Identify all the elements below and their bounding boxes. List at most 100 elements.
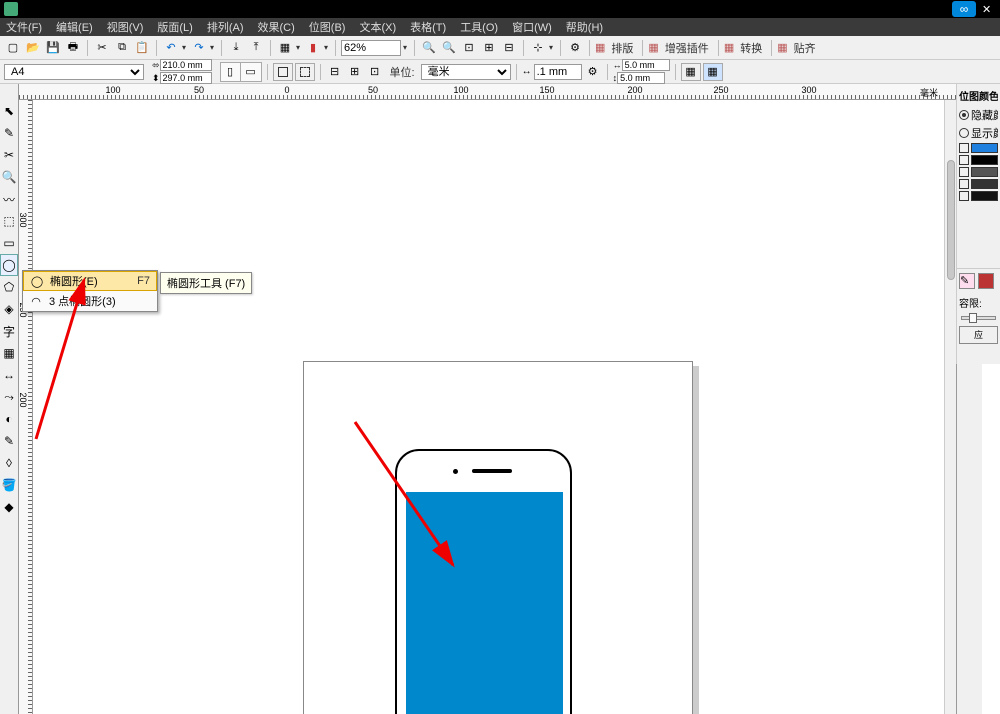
zoom-width-icon[interactable]: ⊟ xyxy=(500,39,518,57)
btn-convert[interactable]: 转换 xyxy=(736,40,766,56)
menu-text[interactable]: 文本(X) xyxy=(359,19,396,35)
color-swatch-5[interactable] xyxy=(971,191,998,201)
welcome-icon[interactable]: ▮ xyxy=(304,39,322,57)
unit-label: 单位: xyxy=(386,64,419,80)
treat-as-filled-icon[interactable]: ▦ xyxy=(681,63,701,81)
eyedropper-icon[interactable]: ✎ xyxy=(959,273,975,289)
align-icon2[interactable]: ⊞ xyxy=(346,63,364,81)
btn-layout[interactable]: 排版 xyxy=(607,40,637,56)
freehand-tool-icon[interactable]: 〰 xyxy=(0,188,18,210)
panel-close-icon[interactable]: ✕ xyxy=(982,3,996,16)
btn-plugin[interactable]: 增强插件 xyxy=(661,40,713,56)
fill-tool-icon[interactable]: 🪣 xyxy=(0,474,18,496)
align-icon3[interactable]: ⊡ xyxy=(366,63,384,81)
undo-icon[interactable]: ↶ xyxy=(162,39,180,57)
zoom-fit-icon[interactable]: ⊡ xyxy=(460,39,478,57)
rectangle-tool-icon[interactable]: ▭ xyxy=(0,232,18,254)
annotation-arrow-icon xyxy=(353,420,483,570)
connector-tool-icon[interactable]: ⤳ xyxy=(0,386,18,408)
menu-edit[interactable]: 编辑(E) xyxy=(56,19,93,35)
text-tool-icon[interactable]: 字 xyxy=(0,320,18,342)
blend-tool-icon[interactable]: ◐ xyxy=(0,408,18,430)
nudge-settings-icon[interactable]: ⚙ xyxy=(584,63,602,81)
menu-bar: 文件(F) 编辑(E) 视图(V) 版面(L) 排列(A) 效果(C) 位图(B… xyxy=(0,18,1000,36)
interactive-fill-icon[interactable]: ◆ xyxy=(0,496,18,518)
menu-arrange[interactable]: 排列(A) xyxy=(207,19,244,35)
cut-icon[interactable]: ✂ xyxy=(93,39,111,57)
options-icon[interactable]: ⚙ xyxy=(566,39,584,57)
menu-effects[interactable]: 效果(C) xyxy=(258,19,295,35)
color-swatch-1[interactable] xyxy=(971,143,998,153)
orientation-toggle[interactable]: ▯▭ xyxy=(220,62,262,82)
nudge-input[interactable] xyxy=(534,64,582,80)
app-launcher-icon[interactable]: ▦ xyxy=(276,39,294,57)
ruler-unit-label: 毫米 xyxy=(920,86,938,99)
ellipse-tool-icon[interactable]: ◯ xyxy=(0,254,18,276)
apply-button[interactable]: 应 xyxy=(959,326,998,344)
outline-tool-icon[interactable]: ◊ xyxy=(0,452,18,474)
menu-tools[interactable]: 工具(O) xyxy=(460,19,498,35)
unit-select[interactable]: 毫米 xyxy=(421,64,511,80)
color-swatch-3[interactable] xyxy=(971,167,998,177)
color-swatch-4[interactable] xyxy=(971,179,998,189)
menu-help[interactable]: 帮助(H) xyxy=(566,19,603,35)
dup-x-input[interactable] xyxy=(622,59,670,71)
btn-align[interactable]: 贴齐 xyxy=(790,40,820,56)
color-swatch-2[interactable] xyxy=(971,155,998,165)
annotation-arrow-icon xyxy=(26,274,96,444)
menu-layout[interactable]: 版面(L) xyxy=(157,19,192,35)
menu-file[interactable]: 文件(F) xyxy=(6,19,42,35)
radio-hide[interactable]: 隐藏颜 xyxy=(959,107,998,123)
property-bar: A4 ⬄ ⬍ ▯▭ ⊟ ⊞ ⊡ 单位: 毫米 ↔ ⚙ ↔ ↕ ▦ ▦ xyxy=(0,60,1000,84)
title-bar: ∞ ✕ xyxy=(0,0,1000,18)
zoom-input[interactable] xyxy=(341,40,401,56)
table-tool-icon[interactable]: ▦ xyxy=(0,342,18,364)
vertical-scrollbar[interactable] xyxy=(944,100,956,714)
page-layout-icon1[interactable] xyxy=(273,63,293,81)
canvas[interactable] xyxy=(33,100,944,714)
print-icon[interactable]: 🖶 xyxy=(64,39,82,57)
app-logo xyxy=(4,2,18,16)
basic-shapes-icon[interactable]: ◈ xyxy=(0,298,18,320)
tolerance-slider[interactable] xyxy=(961,316,996,320)
snap-objects-icon[interactable]: ▦ xyxy=(703,63,723,81)
menu-window[interactable]: 窗口(W) xyxy=(512,19,552,35)
save-icon[interactable]: 💾 xyxy=(44,39,62,57)
edit-color-icon[interactable] xyxy=(978,273,994,289)
zoom-out-icon[interactable]: 🔍 xyxy=(440,39,458,57)
copy-icon[interactable]: ⧉ xyxy=(113,39,131,57)
cloud-icon[interactable]: ∞ xyxy=(952,1,976,17)
pick-tool-icon[interactable]: ⬉ xyxy=(0,100,18,122)
snap-icon[interactable]: ⊹ xyxy=(529,39,547,57)
zoom-page-icon[interactable]: ⊞ xyxy=(480,39,498,57)
tolerance-label: 容限: xyxy=(959,295,998,310)
menu-table[interactable]: 表格(T) xyxy=(410,19,446,35)
menu-view[interactable]: 视图(V) xyxy=(107,19,144,35)
page-preset-select[interactable]: A4 xyxy=(4,64,144,80)
dup-y-input[interactable] xyxy=(617,72,665,84)
smart-fill-icon[interactable]: ⬚ xyxy=(0,210,18,232)
docker-lower: ✎ 容限: 应 xyxy=(956,268,1000,348)
docker-title: 位图颜色遮 xyxy=(959,88,998,103)
import-icon[interactable]: ⤓ xyxy=(227,39,245,57)
zoom-tool-icon[interactable]: 🔍 xyxy=(0,166,18,188)
menu-bitmap[interactable]: 位图(B) xyxy=(309,19,346,35)
eyedropper-icon[interactable]: ✎ xyxy=(0,430,18,452)
zoom-in-icon[interactable]: 🔍 xyxy=(420,39,438,57)
export-icon[interactable]: ⤒ xyxy=(247,39,265,57)
open-icon[interactable]: 📂 xyxy=(24,39,42,57)
new-icon[interactable]: ▢ xyxy=(4,39,22,57)
radio-show[interactable]: 显示颜 xyxy=(959,125,998,141)
paste-icon[interactable]: 📋 xyxy=(133,39,151,57)
dimension-tool-icon[interactable]: ↔ xyxy=(0,364,18,386)
redo-icon[interactable]: ↷ xyxy=(190,39,208,57)
page-width-input[interactable] xyxy=(160,59,212,71)
page-height-input[interactable] xyxy=(160,72,212,84)
crop-tool-icon[interactable]: ✂ xyxy=(0,144,18,166)
ruler-horizontal: 10050050100150200250300 xyxy=(19,84,1000,100)
polygon-tool-icon[interactable]: ⬠ xyxy=(0,276,18,298)
align-icon1[interactable]: ⊟ xyxy=(326,63,344,81)
page-layout-icon2[interactable] xyxy=(295,63,315,81)
shape-tool-icon[interactable]: ✎ xyxy=(0,122,18,144)
flyout-ellipse-shortcut: F7 xyxy=(137,275,150,287)
